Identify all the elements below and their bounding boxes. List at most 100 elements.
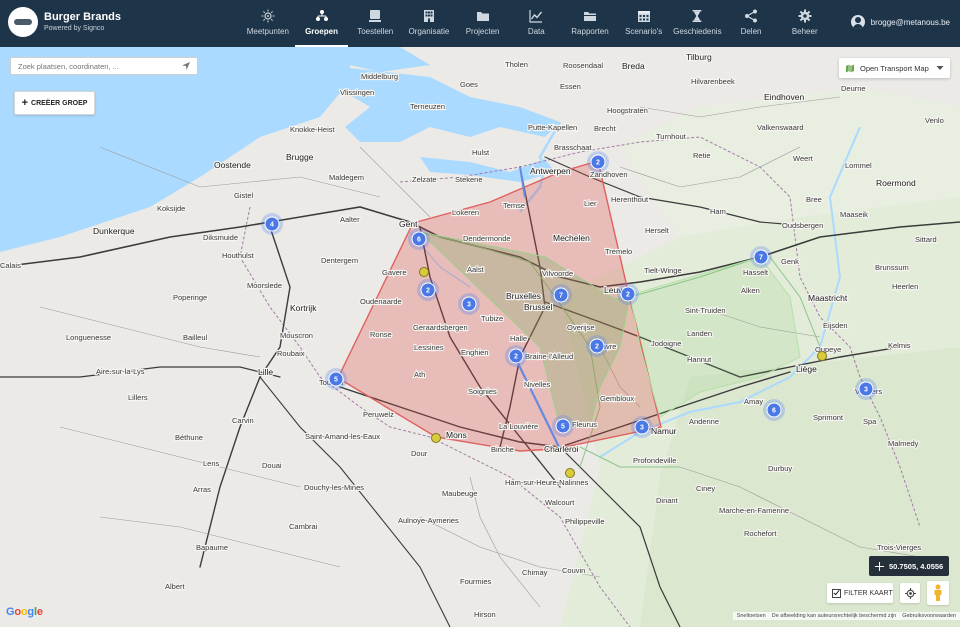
svg-text:Genk: Genk xyxy=(781,257,799,266)
svg-text:Albert: Albert xyxy=(165,582,186,591)
nav-projecten[interactable]: Projecten xyxy=(456,0,510,47)
svg-text:Roubaix: Roubaix xyxy=(277,349,305,358)
cluster-marker[interactable]: 2 xyxy=(617,283,639,305)
svg-text:Andenne: Andenne xyxy=(689,417,719,426)
svg-text:Roosendaal: Roosendaal xyxy=(563,61,603,70)
filter-checkbox[interactable] xyxy=(832,588,841,598)
nav-groepen[interactable]: Groepen xyxy=(294,0,349,47)
svg-text:Bree: Bree xyxy=(806,195,822,204)
svg-text:Carvin: Carvin xyxy=(232,416,254,425)
svg-text:Tholen: Tholen xyxy=(505,60,528,69)
nav-organisatie[interactable]: Organisatie xyxy=(402,0,456,47)
svg-text:Essen: Essen xyxy=(560,82,581,91)
svg-text:Arras: Arras xyxy=(193,485,211,494)
svg-text:Terneuzen: Terneuzen xyxy=(410,102,445,111)
cluster-marker[interactable]: 2 xyxy=(587,151,609,173)
nav-scenarios[interactable]: Scenario's xyxy=(617,0,671,47)
coordinates-readout: 50.7505, 4.0556 xyxy=(869,556,949,576)
svg-text:Douai: Douai xyxy=(262,461,282,470)
nav-rapporten[interactable]: Rapporten xyxy=(563,0,617,47)
cluster-marker[interactable]: 2 xyxy=(586,335,608,357)
building-icon xyxy=(423,10,434,22)
svg-text:Bapaume: Bapaume xyxy=(196,543,228,552)
cluster-marker[interactable]: 3 xyxy=(458,293,480,315)
chart-icon xyxy=(529,10,543,23)
nav-toestellen[interactable]: Toestellen xyxy=(348,0,402,47)
nav-geschiedenis[interactable]: Geschiedenis xyxy=(671,0,725,47)
svg-text:Oudenaarde: Oudenaarde xyxy=(360,297,402,306)
cluster-marker[interactable]: 7 xyxy=(750,246,772,268)
place-search-box xyxy=(10,57,198,75)
nav-delen[interactable]: Delen xyxy=(724,0,778,47)
cluster-marker[interactable]: 5 xyxy=(552,415,574,437)
cluster-marker[interactable]: 6 xyxy=(408,228,430,250)
brand[interactable]: Burger Brands Powered by Signco xyxy=(8,7,121,37)
svg-text:Geraardsbergen: Geraardsbergen xyxy=(413,323,468,332)
svg-text:Gavere: Gavere xyxy=(382,268,407,277)
street-view-pegman[interactable] xyxy=(927,581,949,605)
nav-beheer[interactable]: Beheer xyxy=(778,0,832,47)
cluster-count: 3 xyxy=(467,302,471,309)
location-marker xyxy=(817,351,827,361)
svg-text:Soignies: Soignies xyxy=(468,387,497,396)
keyboard-shortcuts-link[interactable]: Sneltoetsen xyxy=(737,613,766,619)
filter-map-toggle[interactable]: FILTER KAART xyxy=(827,583,893,603)
cluster-marker[interactable]: 5 xyxy=(325,368,347,390)
svg-text:Gent: Gent xyxy=(399,219,418,229)
nav-label: Organisatie xyxy=(408,27,450,36)
svg-text:Maubeuge: Maubeuge xyxy=(442,489,477,498)
cluster-count: 4 xyxy=(270,222,274,229)
svg-text:Vlissingen: Vlissingen xyxy=(340,88,374,97)
svg-text:Moorslede: Moorslede xyxy=(247,281,282,290)
map-canvas[interactable]: Middelburg Tholen Roosendaal Tilburg Vli… xyxy=(0,47,960,627)
svg-text:Bailleul: Bailleul xyxy=(183,333,208,342)
user-menu[interactable]: brogge@metanous.be xyxy=(850,15,950,29)
nav-label: Beheer xyxy=(791,27,818,36)
svg-text:Lille: Lille xyxy=(258,367,273,377)
brand-title: Burger Brands xyxy=(44,11,122,23)
cluster-marker[interactable]: 3 xyxy=(855,378,877,400)
cluster-count: 5 xyxy=(334,377,338,384)
svg-text:Hasselt: Hasselt xyxy=(743,268,769,277)
cluster-marker[interactable]: 4 xyxy=(261,213,283,235)
svg-text:Mechelen: Mechelen xyxy=(553,233,590,243)
nav-label: Geschiedenis xyxy=(673,27,722,36)
svg-text:Venlo: Venlo xyxy=(925,116,944,125)
map-layer-select[interactable]: Open Transport Map xyxy=(839,58,950,78)
svg-text:Halle: Halle xyxy=(510,334,527,343)
terms-link[interactable]: Gebruiksvoorwaarden xyxy=(902,613,956,619)
svg-text:Turnhout: Turnhout xyxy=(656,132,687,141)
create-group-button[interactable]: + CREËER GROEP xyxy=(14,91,95,115)
locate-arrow-icon[interactable] xyxy=(181,61,191,71)
cluster-marker[interactable]: 2 xyxy=(505,345,527,367)
svg-text:Aire-sur-la-Lys: Aire-sur-la-Lys xyxy=(96,367,145,376)
my-location-button[interactable] xyxy=(900,583,920,603)
svg-text:Eindhoven: Eindhoven xyxy=(764,92,804,102)
svg-text:Valkenswaard: Valkenswaard xyxy=(757,123,804,132)
copyright-notice: De afbeelding kan auteursrechtelijk besc… xyxy=(771,613,897,619)
target-icon xyxy=(904,587,916,599)
svg-text:Breda: Breda xyxy=(622,61,645,71)
svg-text:Gembloux: Gembloux xyxy=(600,394,634,403)
gear-icon xyxy=(798,9,812,23)
svg-text:Saint-Amand-les-Eaux: Saint-Amand-les-Eaux xyxy=(305,432,380,441)
nav-label: Toestellen xyxy=(357,27,394,36)
nav-meetpunten[interactable]: Meetpunten xyxy=(241,0,295,47)
svg-text:Heerlen: Heerlen xyxy=(892,282,918,291)
svg-text:Mouscron: Mouscron xyxy=(280,331,313,340)
svg-text:Stekene: Stekene xyxy=(455,175,483,184)
svg-text:Middelburg: Middelburg xyxy=(361,72,398,81)
cluster-marker[interactable]: 2 xyxy=(417,279,439,301)
cluster-count: 5 xyxy=(561,424,565,431)
cluster-marker[interactable]: 7 xyxy=(550,284,572,306)
search-input[interactable] xyxy=(18,62,168,71)
cluster-marker[interactable]: 3 xyxy=(631,416,653,438)
svg-text:Overijse: Overijse xyxy=(567,323,595,332)
svg-text:Antwerpen: Antwerpen xyxy=(530,166,571,176)
nav-label: Delen xyxy=(740,27,762,36)
cluster-marker[interactable]: 6 xyxy=(763,399,785,421)
svg-text:Ronse: Ronse xyxy=(370,330,392,339)
svg-text:Eijsden: Eijsden xyxy=(823,321,848,330)
nav-data[interactable]: Data xyxy=(509,0,563,47)
svg-text:Calais: Calais xyxy=(0,261,21,270)
